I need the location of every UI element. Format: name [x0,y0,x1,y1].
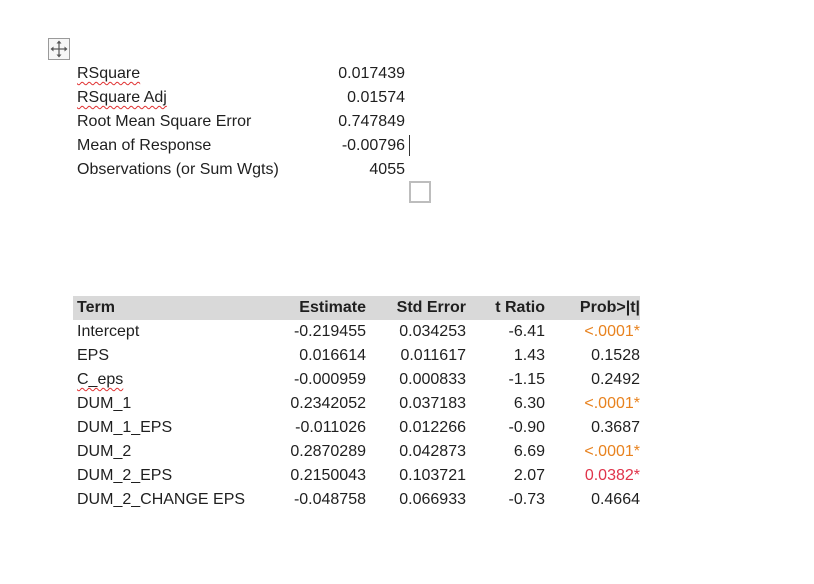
cell-estimate: -0.011026 [295,419,366,436]
summary-label: Root Mean Square Error [77,113,252,130]
cell-prob: <.0001* [584,323,640,340]
summary-label: Mean of Response [77,137,212,154]
header-prob: Prob>|t| [579,299,640,316]
summary-value: 0.01574 [347,89,405,106]
table-row: DUM_2_EPS 0.2150043 0.103721 2.07 0.0382… [73,464,640,488]
cell-prob: <.0001* [584,395,640,412]
header-estimate: Estimate [299,299,366,316]
table-row: DUM_1 0.2342052 0.037183 6.30 <.0001* [73,392,640,416]
table-move-handle-icon[interactable] [48,38,70,60]
table-row: DUM_2_CHANGE EPS -0.048758 0.066933 -0.7… [73,488,640,512]
cell-estimate: -0.048758 [293,491,366,508]
cell-prob: 0.4664 [591,491,640,508]
cell-term: DUM_1_EPS [77,419,173,436]
table-row: EPS 0.016614 0.011617 1.43 0.1528 [73,344,640,368]
cell-t-ratio: -6.41 [508,323,545,340]
header-std-error: Std Error [396,299,466,316]
cell-t-ratio: 6.30 [513,395,545,412]
cell-term: DUM_2_EPS [77,467,173,484]
summary-value: 0.747849 [338,113,405,130]
cell-term: DUM_2 [77,443,132,460]
summary-row: RSquare Adj 0.01574 [77,86,417,110]
table-row: DUM_1_EPS -0.011026 0.012266 -0.90 0.368… [73,416,640,440]
table-row: Intercept -0.219455 0.034253 -6.41 <.000… [73,320,640,344]
summary-label: RSquare [77,65,141,82]
summary-label-word: RSquare Adj [77,89,167,106]
cell-t-ratio: -0.90 [508,419,545,436]
cell-t-ratio: -1.15 [508,371,545,388]
header-term: Term [77,299,115,316]
cell-estimate: 0.016614 [299,347,366,364]
cell-std-error: 0.012266 [399,419,466,436]
cell-term-text: C_eps [77,371,124,388]
cell-std-error: 0.066933 [399,491,466,508]
cell-t-ratio: -0.73 [508,491,545,508]
cell-std-error: 0.000833 [399,371,466,388]
summary-row: Root Mean Square Error 0.747849 [77,110,417,134]
cell-prob: 0.1528 [591,347,640,364]
cell-term: Intercept [77,323,140,340]
cell-term: C_eps [73,368,253,392]
cell-t-ratio: 1.43 [513,347,545,364]
cell-term: EPS [77,347,110,364]
cell-estimate: 0.2342052 [290,395,366,412]
cell-term: DUM_1 [77,395,132,412]
header-t-ratio: t Ratio [495,299,545,316]
cell-t-ratio: 2.07 [513,467,545,484]
summary-value: -0.00796 [341,137,405,154]
table-row: DUM_2 0.2870289 0.042873 6.69 <.0001* [73,440,640,464]
summary-label: Observations (or Sum Wgts) [77,161,279,178]
cell-estimate: 0.2870289 [290,443,366,460]
cell-prob: <.0001* [584,443,640,460]
cell-std-error: 0.103721 [399,467,466,484]
cell-estimate: -0.219455 [293,323,366,340]
cell-std-error: 0.034253 [399,323,466,340]
table-row: C_eps -0.000959 0.000833 -1.15 0.2492 [73,368,640,392]
summary-row: Observations (or Sum Wgts) 4055 [77,158,417,182]
text-cursor [409,135,410,156]
cell-prob: 0.0382* [584,467,640,484]
cell-std-error: 0.011617 [400,347,466,364]
cell-term: DUM_2_CHANGE EPS [77,491,246,508]
summary-row: Mean of Response -0.00796 [77,134,417,158]
parameter-estimates-table: Term Estimate Std Error t Ratio Prob>|t|… [73,296,640,512]
cell-t-ratio: 6.69 [513,443,545,460]
summary-of-fit: RSquare 0.017439 RSquare Adj 0.01574 Roo… [77,62,417,182]
cell-estimate: -0.000959 [293,371,366,388]
cell-prob: 0.2492 [591,371,640,388]
summary-label: RSquare Adj [77,86,167,110]
cell-std-error: 0.042873 [399,443,466,460]
cell-estimate: 0.2150043 [290,467,366,484]
summary-row: RSquare 0.017439 [77,62,417,86]
empty-square-icon[interactable] [409,181,431,203]
summary-value: 0.017439 [338,65,405,82]
cell-std-error: 0.037183 [399,395,466,412]
table-header-row: Term Estimate Std Error t Ratio Prob>|t| [73,296,640,320]
cell-prob: 0.3687 [591,419,640,436]
summary-value: 4055 [369,161,405,178]
